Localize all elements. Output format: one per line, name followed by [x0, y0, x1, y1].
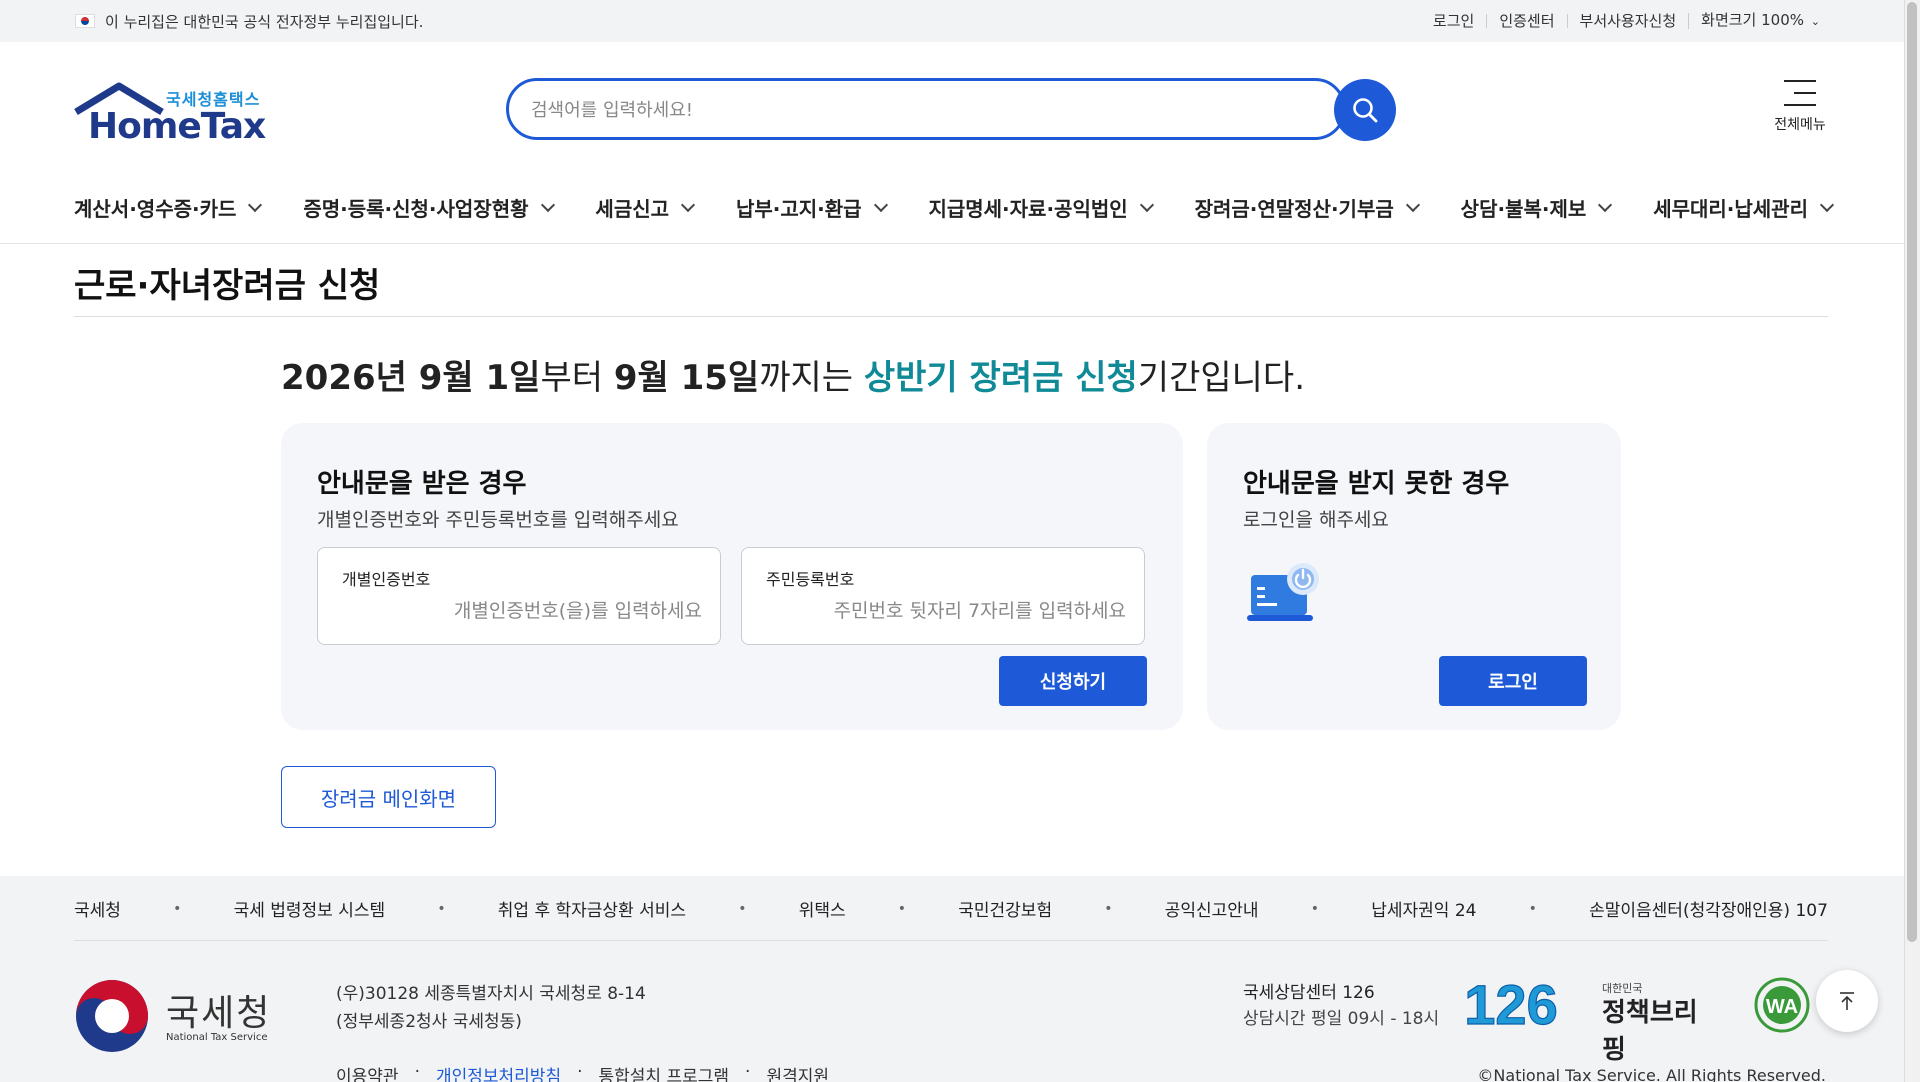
- main-nav: 계산서·영수증·카드 증명·등록·신청·사업장현황 세금신고 납부·고지·환급 …: [0, 172, 1920, 244]
- policy-links: 이용약관 · 개인정보처리방침 · 통합설치 프로그램 · 원격지원: [336, 1062, 829, 1082]
- nav-statement[interactable]: 지급명세·자료·공익법인: [928, 193, 1154, 222]
- consult-center: 국세상담센터 126 상담시간 평일 09시 - 18시: [1243, 983, 1440, 1029]
- chevron-down-icon: [1139, 197, 1154, 212]
- web-accessibility-mark-icon: WA: [1754, 977, 1810, 1033]
- taegeuk-icon: [76, 980, 148, 1052]
- incentive-main-button[interactable]: 장려금 메인화면: [281, 766, 496, 828]
- policy-briefing-logo[interactable]: 대한민국 정책브리핑: [1602, 980, 1714, 1065]
- search-input[interactable]: [531, 95, 1231, 125]
- zoom-dropdown[interactable]: 화면크기 100% ⌄: [1688, 13, 1832, 29]
- auth-number-label: 개별인증번호: [342, 570, 431, 589]
- resident-number-input[interactable]: [762, 596, 1126, 626]
- card-title: 안내문을 받은 경우: [317, 469, 527, 499]
- all-menu-button[interactable]: 전체메뉴: [1760, 80, 1840, 134]
- footer-link[interactable]: 위택스: [799, 896, 846, 921]
- nav-tax-filing[interactable]: 세금신고: [595, 193, 696, 222]
- chevron-down-icon: [1598, 197, 1613, 212]
- gov-banner-text: 이 누리집은 대한민국 공식 전자정부 누리집입니다.: [105, 12, 424, 31]
- title-divider: [74, 316, 1828, 317]
- login-button[interactable]: 로그인: [1439, 656, 1587, 706]
- svg-text:WA: WA: [1766, 996, 1798, 1018]
- auth-number-input[interactable]: [338, 596, 702, 626]
- footer-address: (우)30128 세종특별자치시 국세청로 8-14 (정부세종2청사 국세청동…: [336, 984, 646, 1032]
- card-title: 안내문을 받지 못한 경우: [1243, 469, 1510, 499]
- terms-link[interactable]: 이용약관: [336, 1062, 399, 1082]
- chevron-down-icon: [540, 197, 555, 212]
- install-link[interactable]: 통합설치 프로그램: [599, 1062, 730, 1082]
- footer-link[interactable]: 취업 후 학자금상환 서비스: [498, 896, 686, 921]
- apply-button[interactable]: 신청하기: [999, 656, 1147, 706]
- page-title: 근로·자녀장려금 신청: [74, 266, 381, 306]
- utility-links: 로그인 인증센터 부서사용자신청 화면크기 100% ⌄: [1421, 13, 1832, 29]
- card-subtitle: 개별인증번호와 주민등록번호를 입력해주세요: [317, 509, 679, 531]
- cert-center-link[interactable]: 인증센터: [1486, 14, 1566, 29]
- chevron-down-icon: [248, 197, 263, 212]
- resident-number-field: 주민등록번호: [741, 547, 1145, 645]
- chevron-down-icon: [873, 197, 888, 212]
- nav-invoice[interactable]: 계산서·영수증·카드: [74, 193, 263, 222]
- header: 국세청홈택스 HomeTax 전체메뉴: [0, 42, 1920, 172]
- login-link[interactable]: 로그인: [1421, 14, 1486, 29]
- search-icon: [1353, 98, 1378, 123]
- scrollbar-thumb[interactable]: [1907, 2, 1917, 942]
- footer-link[interactable]: 공익신고안내: [1165, 896, 1259, 921]
- search-box: [506, 78, 1346, 140]
- nav-consult[interactable]: 상담·불복·제보: [1461, 193, 1613, 222]
- nts-logo: 국세청 National Tax Service: [74, 978, 274, 1058]
- resident-number-label: 주민등록번호: [766, 570, 855, 589]
- period-notice: 2026년 9월 1일부터 9월 15일까지는 상반기 장려금 신청기간입니다.: [281, 358, 1306, 398]
- search-button[interactable]: [1334, 79, 1396, 141]
- nav-payment[interactable]: 납부·고지·환급: [736, 193, 888, 222]
- dept-user-link[interactable]: 부서사용자신청: [1566, 14, 1689, 29]
- hometax-logo[interactable]: 국세청홈택스 HomeTax: [74, 82, 274, 152]
- svg-text:126: 126: [1464, 974, 1557, 1030]
- scroll-top-button[interactable]: [1816, 970, 1878, 1032]
- computer-power-icon: [1247, 563, 1319, 621]
- nav-agent[interactable]: 세무대리·납세관리: [1653, 193, 1835, 222]
- footer-link[interactable]: 국세 법령정보 시스템: [234, 896, 386, 921]
- chevron-down-icon: [1405, 197, 1420, 212]
- footer-links: 국세청 • 국세 법령정보 시스템 • 취업 후 학자금상환 서비스 • 위택스 • 국…: [74, 896, 1828, 922]
- footer-link[interactable]: 국세청: [74, 896, 121, 921]
- footer-link[interactable]: 국민건강보험: [958, 896, 1052, 921]
- chevron-down-icon: [680, 197, 696, 212]
- hamburger-icon: [1784, 80, 1816, 106]
- privacy-link[interactable]: 개인정보처리방침: [436, 1062, 561, 1082]
- received-notice-card: 안내문을 받은 경우 개별인증번호와 주민등록번호를 입력해주세요 개별인증번호…: [281, 423, 1183, 730]
- copyright: ©National Tax Service. All Rights Reserv…: [1477, 1066, 1826, 1082]
- nav-incentive[interactable]: 장려금·연말정산·기부금: [1195, 193, 1420, 222]
- auth-number-field: 개별인증번호: [317, 547, 721, 645]
- chevron-down-icon: [1819, 197, 1835, 212]
- arrow-up-icon: [1840, 992, 1854, 1010]
- footer-link[interactable]: 납세자권익 24: [1371, 896, 1476, 921]
- remote-support-link[interactable]: 원격지원: [766, 1062, 829, 1082]
- no-notice-card: 안내문을 받지 못한 경우 로그인을 해주세요 로그인: [1207, 423, 1621, 730]
- gov-banner: 이 누리집은 대한민국 공식 전자정부 누리집입니다. 로그인 인증센터 부서사…: [0, 0, 1920, 42]
- footer: 국세청 • 국세 법령정보 시스템 • 취업 후 학자금상환 서비스 • 위택스 • 국…: [0, 876, 1904, 1082]
- footer-divider: [74, 940, 1828, 941]
- korea-flag-icon: [75, 14, 95, 28]
- scrollbar[interactable]: [1904, 0, 1920, 1082]
- footer-link[interactable]: 손말이음센터(청각장애인용) 107: [1589, 896, 1828, 921]
- page: 이 누리집은 대한민국 공식 전자정부 누리집입니다. 로그인 인증센터 부서사…: [0, 0, 1920, 1082]
- nav-certificate[interactable]: 증명·등록·신청·사업장현황: [303, 193, 555, 222]
- chevron-down-icon: ⌄: [1810, 15, 1820, 28]
- card-subtitle: 로그인을 해주세요: [1243, 509, 1389, 531]
- badge-126-icon: 126: [1464, 974, 1559, 1030]
